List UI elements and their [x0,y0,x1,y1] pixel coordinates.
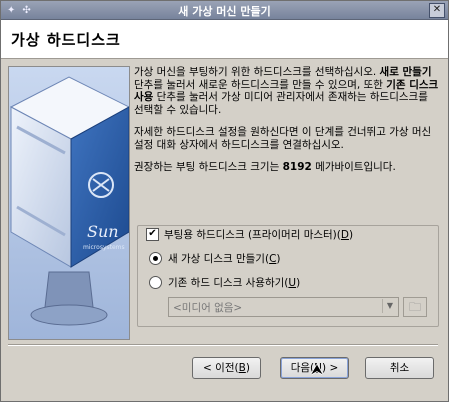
use-existing-disk-option[interactable]: 기존 하드 디스크 사용하기(U) [149,275,300,290]
para3-text-a: 권장하는 부팅 하드디스크 크기는 [134,161,283,173]
virtualbox-illustration: Sun microsystems [8,66,130,340]
wizard-header: 가상 하드디스크 [1,20,448,59]
create-new-disk-label: 새 가상 디스크 만들기(C) [168,253,281,265]
description-paragraph-3: 권장하는 부팅 하드디스크 크기는 8192 메가바이트입니다. [134,161,439,174]
chevron-down-icon[interactable]: ▼ [382,299,397,313]
media-select-value: <미디어 없음> [173,302,243,314]
create-new-disk-radio[interactable] [149,252,162,265]
back-button[interactable]: < 이전(B) [192,357,261,379]
create-new-disk-option[interactable]: 새 가상 디스크 만들기(C) [149,251,281,266]
sun-subbrand-text: microsystems [83,244,125,251]
boot-disk-label: 부팅용 하드디스크 (프라이머리 마스터)(D) [164,229,354,241]
page-title: 가상 하드디스크 [11,31,121,49]
recommended-size: 8192 [282,161,312,173]
para1-bold-new: 새로 만들기 [379,66,432,78]
para3-text-c: 메가바이트입니다. [311,161,396,173]
cancel-button[interactable]: 취소 [365,357,434,379]
virtualbox-cube-image: Sun microsystems [9,67,129,339]
title-bar[interactable]: ✦ ✣ 새 가상 머신 만들기 ✕ [1,1,448,20]
description: 가상 머신을 부팅하기 위한 하드디스크를 선택하십시오. 새로 만들기 단추를… [134,66,439,184]
para1-text-a: 가상 머신을 부팅하기 위한 하드디스크를 선택하십시오. [134,66,380,78]
para1-text-e: 단추를 눌러서 가상 미디어 관리자에서 존재하는 하드디스크를 선택할 수 있… [134,91,428,116]
use-existing-disk-label: 기존 하드 디스크 사용하기(U) [168,277,301,289]
para1-text-c: 단추를 눌러서 새로운 하드디스크를 만들 수 있으며, 또한 [134,78,387,91]
window-title: 새 가상 머신 만들기 [178,5,271,18]
boot-disk-checkbox-row[interactable]: ✔ 부팅용 하드디스크 (프라이머리 마스터)(D) [146,227,357,242]
description-paragraph-2: 자세한 하드디스크 설정을 원하신다면 이 단계를 건너뛰고 가상 머신 설정 … [134,126,432,151]
folder-icon[interactable]: 🗀 [403,297,427,317]
mouse-cursor-icon: ⮝ [311,362,323,378]
boot-disk-checkbox[interactable]: ✔ [146,228,159,241]
close-icon[interactable]: ✕ [429,3,445,18]
use-existing-disk-radio[interactable] [149,276,162,289]
sun-brand-text: Sun [87,222,119,241]
media-select[interactable]: <미디어 없음> ▼ [168,297,399,317]
description-paragraph-1: 가상 머신을 부팅하기 위한 하드디스크를 선택하십시오. 새로 만들기 단추를… [134,66,439,116]
footer-divider [8,344,438,346]
